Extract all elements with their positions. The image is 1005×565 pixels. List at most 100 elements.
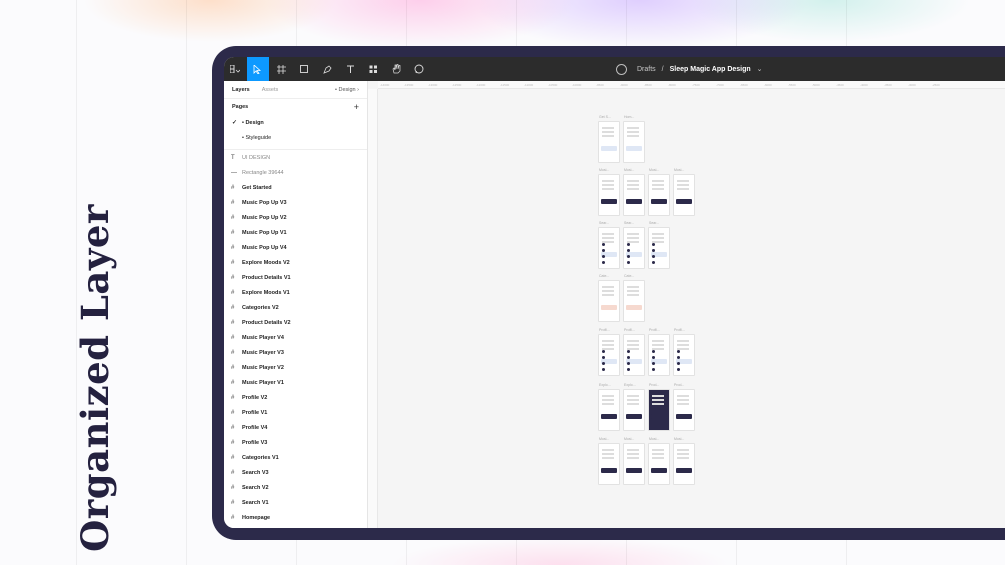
layer-item[interactable]: # Get Started xyxy=(224,180,367,195)
frame-block xyxy=(651,414,667,419)
move-tool-icon[interactable] xyxy=(247,57,269,81)
design-canvas[interactable]: -14000 -13500 -13000 -12500 -12000 -11500 -110… xyxy=(368,81,1005,528)
layer-item[interactable]: # Music Player V1 xyxy=(224,375,367,390)
frame-thumbnail[interactable]: Profil... xyxy=(648,328,670,376)
frame-label: Musi... xyxy=(674,168,685,172)
layer-item[interactable]: T UI DESIGN xyxy=(224,150,367,165)
layer-item[interactable]: # Music Player V4 xyxy=(224,330,367,345)
frame-thumbnail[interactable]: Musi... xyxy=(648,168,670,216)
layer-item[interactable]: # Music Pop Up V3 xyxy=(224,195,367,210)
frame-thumbnail[interactable]: Musi... xyxy=(623,437,645,485)
frame-label: Musi... xyxy=(649,168,660,172)
pen-tool-icon[interactable] xyxy=(316,57,338,81)
layer-item[interactable]: # Product Details V1 xyxy=(224,270,367,285)
layer-item-label: Search V3 xyxy=(242,469,269,476)
layer-item[interactable]: # Profile V3 xyxy=(224,435,367,450)
frame-thumbnail[interactable]: Profil... xyxy=(673,328,695,376)
frame-block xyxy=(601,414,617,419)
frame-thumbnail[interactable]: Profil... xyxy=(598,328,620,376)
layer-item[interactable]: # Search V2 xyxy=(224,480,367,495)
layer-item[interactable]: # Explore Moods V1 xyxy=(224,285,367,300)
frame-thumbnail[interactable]: Musi... xyxy=(648,437,670,485)
user-avatar-icon[interactable] xyxy=(616,63,627,75)
layers-panel: Layers Assets • Design › Pages + ✓ • Desi… xyxy=(224,81,368,528)
frame-line xyxy=(602,290,614,292)
layer-item[interactable]: # Search V3 xyxy=(224,465,367,480)
frame-line xyxy=(677,188,689,190)
frame-thumbnail[interactable]: Sear... xyxy=(648,221,670,269)
frame-line xyxy=(627,237,639,239)
page-item-label: • Design xyxy=(242,119,264,126)
ruler-mark: -8000 xyxy=(668,82,676,87)
frame-thumbnail[interactable]: Prod... xyxy=(673,383,695,431)
layer-item-label: Music Pop Up V1 xyxy=(242,229,287,236)
layer-item[interactable]: # Homepage xyxy=(224,510,367,525)
page-item-label: • Styleguide xyxy=(242,134,272,141)
frame-thumbnail[interactable]: Profil... xyxy=(623,328,645,376)
frame-line xyxy=(602,294,614,296)
frame-line xyxy=(652,453,664,455)
frame-thumbnail[interactable]: Sear... xyxy=(623,221,645,269)
tab-assets[interactable]: Assets xyxy=(262,87,279,93)
frame-label: Musi... xyxy=(599,168,610,172)
frame-block xyxy=(676,199,692,204)
layer-item[interactable]: # Profile V2 xyxy=(224,390,367,405)
frame-label: Musi... xyxy=(649,437,660,441)
frame-label: Explo... xyxy=(624,383,636,387)
resources-icon[interactable] xyxy=(362,57,384,81)
frame-line xyxy=(652,449,664,451)
page-selector[interactable]: • Design › xyxy=(335,87,359,93)
frame-thumbnail[interactable]: Cate... xyxy=(598,274,620,322)
layer-item[interactable]: # Categories V1 xyxy=(224,450,367,465)
tab-layers[interactable]: Layers xyxy=(232,87,250,93)
layer-item[interactable]: # Product Details V2 xyxy=(224,315,367,330)
ruler-mark: -12000 xyxy=(476,82,486,87)
text-tool-icon[interactable] xyxy=(339,57,361,81)
frame-line xyxy=(627,233,639,235)
frame-line xyxy=(627,340,639,342)
file-name[interactable]: Sleep Magic App Design xyxy=(670,66,751,73)
frame-block xyxy=(676,468,692,473)
main-menu-icon[interactable] xyxy=(224,57,246,81)
layer-item[interactable]: # Music Pop Up V1 xyxy=(224,225,367,240)
page-item[interactable]: • Styleguide xyxy=(224,130,367,145)
frame-thumbnail[interactable]: Get S... xyxy=(598,115,620,163)
layer-item[interactable]: # Search V1 xyxy=(224,495,367,510)
frame-icon: # xyxy=(231,409,235,416)
add-page-icon[interactable]: + xyxy=(354,102,359,112)
frame-tool-icon[interactable] xyxy=(270,57,292,81)
comment-icon[interactable] xyxy=(408,57,430,81)
hand-tool-icon[interactable] xyxy=(385,57,407,81)
frame-thumbnail[interactable]: Musi... xyxy=(673,437,695,485)
breadcrumb-root[interactable]: Drafts xyxy=(637,66,656,73)
layer-item-label: Rectangle 39644 xyxy=(242,169,284,176)
ruler-mark: -11000 xyxy=(524,82,534,87)
layer-item[interactable]: # Music Pop Up V2 xyxy=(224,210,367,225)
shape-tool-icon[interactable] xyxy=(293,57,315,81)
ruler-mark: -9000 xyxy=(620,82,628,87)
layer-item[interactable]: # Profile V4 xyxy=(224,420,367,435)
layer-item[interactable]: # Categories V2 xyxy=(224,300,367,315)
ruler-mark: -14000 xyxy=(380,82,390,87)
frame-thumbnail[interactable]: Musi... xyxy=(598,437,620,485)
layer-item[interactable]: # Music Player V3 xyxy=(224,345,367,360)
frame-thumbnail[interactable]: Musi... xyxy=(598,168,620,216)
frame-thumbnail[interactable]: Prod... xyxy=(648,383,670,431)
frame-thumbnail[interactable]: Musi... xyxy=(673,168,695,216)
layer-item[interactable]: # Music Player V2 xyxy=(224,360,367,375)
frame-thumbnail[interactable]: Cate... xyxy=(623,274,645,322)
layer-item[interactable]: # Music Pop Up V4 xyxy=(224,240,367,255)
page-item[interactable]: ✓ • Design xyxy=(224,115,367,130)
frame-dot xyxy=(627,356,630,359)
frame-thumbnail[interactable]: Explo... xyxy=(598,383,620,431)
layer-item[interactable]: # Explore Moods V2 xyxy=(224,255,367,270)
frame-line xyxy=(677,344,689,346)
frame-thumbnail[interactable]: Explo... xyxy=(623,383,645,431)
frame-dot xyxy=(602,350,605,353)
layer-item[interactable]: # Profile V1 xyxy=(224,405,367,420)
frame-thumbnail[interactable]: Musi... xyxy=(623,168,645,216)
frame-thumbnail[interactable]: Sear... xyxy=(598,221,620,269)
frame-thumbnail[interactable]: Hom... xyxy=(623,115,645,163)
chevron-down-icon[interactable]: ⌄ xyxy=(757,65,763,73)
layer-item[interactable]: — Rectangle 39644 xyxy=(224,165,367,180)
